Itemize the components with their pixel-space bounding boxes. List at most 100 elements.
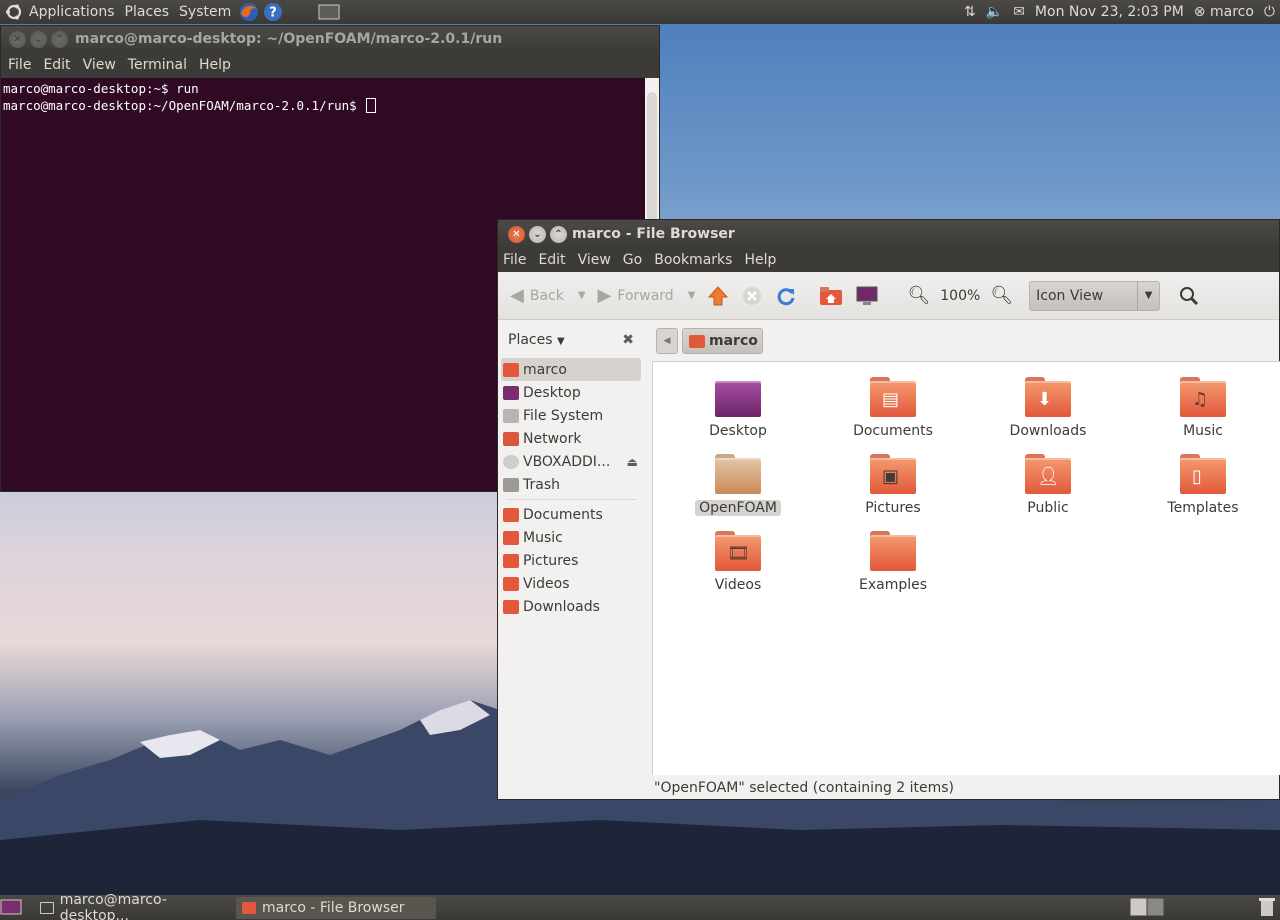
show-desktop-icon[interactable] xyxy=(318,4,340,20)
close-button[interactable]: ✕ xyxy=(508,225,525,243)
computer-button[interactable] xyxy=(849,280,885,312)
fb-menu-help[interactable]: Help xyxy=(738,252,782,268)
search-icon xyxy=(1180,286,1199,305)
terminal-menu-terminal[interactable]: Terminal xyxy=(122,57,193,73)
file-item-examples[interactable]: Examples xyxy=(833,531,953,593)
sidebar-item-label: Videos xyxy=(523,575,570,592)
path-bar: ◀ marco xyxy=(656,328,763,354)
terminal-line: marco@marco-desktop:~$ run xyxy=(3,81,199,96)
sidebar-item-label: Pictures xyxy=(523,552,579,569)
reload-button[interactable] xyxy=(769,280,803,312)
file-item-downloads[interactable]: ⬇ Downloads xyxy=(988,377,1108,439)
menu-system[interactable]: System xyxy=(174,0,236,24)
computer-icon xyxy=(856,286,878,305)
forward-button[interactable]: ▶ Forward ▼ xyxy=(592,280,702,312)
network-icon[interactable]: ⇅ xyxy=(959,0,981,24)
workspace-switcher[interactable] xyxy=(1130,898,1164,916)
sidebar-item-label: Documents xyxy=(523,506,603,523)
sidebar-item-videos[interactable]: Videos xyxy=(499,572,644,595)
sidebar-item-label: Music xyxy=(523,529,563,546)
fb-menu-edit[interactable]: Edit xyxy=(532,252,571,268)
close-button[interactable]: ✕ xyxy=(9,30,26,48)
file-item-music[interactable]: ♫ Music xyxy=(1143,377,1263,439)
zoom-level: 100% xyxy=(940,287,981,304)
fb-menu-file[interactable]: File xyxy=(498,252,532,268)
home-folder-icon xyxy=(689,334,705,348)
file-item-public[interactable]: 👤︎ Public xyxy=(988,454,1108,516)
view-mode-select[interactable]: Icon View ▼ xyxy=(1029,280,1161,311)
menu-places[interactable]: Places xyxy=(120,0,175,24)
sidebar-item-vboxadditions[interactable]: VBOXADDI... ⏏ xyxy=(499,450,644,473)
up-button[interactable] xyxy=(701,280,735,312)
chevron-down-icon: ▼ xyxy=(1137,281,1159,310)
terminal-menu-file[interactable]: File xyxy=(1,57,37,73)
pictures-folder-icon xyxy=(503,553,519,568)
file-item-openfoam[interactable]: OpenFOAM xyxy=(678,454,798,516)
sidebar-item-label: VBOXADDI... xyxy=(523,453,611,470)
sidebar-item-label: Network xyxy=(523,430,582,447)
ubuntu-logo-icon[interactable] xyxy=(4,2,24,22)
terminal-menubar: File Edit View Terminal Help xyxy=(1,52,659,78)
sidebar-item-marco[interactable]: marco xyxy=(501,358,641,381)
taskbar-file-browser[interactable]: marco - File Browser xyxy=(236,897,436,919)
sidebar-item-pictures[interactable]: Pictures xyxy=(499,549,644,572)
fb-menu-bookmarks[interactable]: Bookmarks xyxy=(648,252,738,268)
minimize-button[interactable]: ⌄ xyxy=(30,30,47,48)
forward-arrow-icon: ▶ xyxy=(597,285,612,306)
menu-applications[interactable]: Applications xyxy=(24,0,120,24)
file-browser-titlebar[interactable]: ✕ ⌄ ⌃ marco - File Browser xyxy=(498,220,1279,248)
firefox-icon[interactable] xyxy=(238,1,260,23)
maximize-button[interactable]: ⌃ xyxy=(550,225,567,243)
sidebar-item-trash[interactable]: Trash xyxy=(499,473,644,496)
file-item-pictures[interactable]: ▣ Pictures xyxy=(833,454,953,516)
sidebar-item-downloads[interactable]: Downloads xyxy=(499,595,644,618)
file-item-label: OpenFOAM xyxy=(695,500,781,516)
user-menu[interactable]: ⊗ marco xyxy=(1189,0,1259,24)
volume-icon[interactable]: 🔈 xyxy=(981,0,1008,24)
sidebar-item-file-system[interactable]: File System xyxy=(499,404,644,427)
sidebar-item-desktop[interactable]: Desktop xyxy=(499,381,644,404)
documents-folder-icon xyxy=(503,507,519,522)
fb-menu-view[interactable]: View xyxy=(572,252,617,268)
show-desktop-icon[interactable] xyxy=(0,898,24,916)
power-icon[interactable]: ⏻ xyxy=(1259,0,1280,24)
file-item-label: Public xyxy=(1027,500,1069,516)
stop-button[interactable] xyxy=(735,280,769,312)
zoom-out-button[interactable]: 🔍︎ xyxy=(901,280,936,312)
back-button[interactable]: ◀ Back ▼ xyxy=(504,280,592,312)
path-scroll-left-button[interactable]: ◀ xyxy=(656,328,678,354)
eject-icon[interactable]: ⏏ xyxy=(627,455,638,469)
zoom-in-button[interactable]: 🔍︎ xyxy=(984,280,1019,312)
sidebar-item-music[interactable]: Music xyxy=(499,526,644,549)
breadcrumb-marco[interactable]: marco xyxy=(682,328,763,354)
mail-icon[interactable]: ✉ xyxy=(1008,0,1030,24)
maximize-button[interactable]: ⌃ xyxy=(51,30,68,48)
file-item-desktop[interactable]: Desktop xyxy=(678,377,798,439)
reload-icon xyxy=(778,287,795,305)
terminal-menu-view[interactable]: View xyxy=(77,57,122,73)
search-button[interactable] xyxy=(1172,280,1206,312)
sidebar: marco Desktop File System Network VBOXAD… xyxy=(499,358,644,798)
icon-view[interactable]: Desktop ▤ Documents ⬇ Downloads ♫ Music … xyxy=(652,361,1280,775)
clock[interactable]: Mon Nov 23, 2:03 PM xyxy=(1030,0,1189,24)
home-button[interactable] xyxy=(813,280,849,312)
help-icon[interactable]: ? xyxy=(262,1,284,23)
minimize-button[interactable]: ⌄ xyxy=(529,225,546,243)
terminal-menu-edit[interactable]: Edit xyxy=(37,57,76,73)
file-browser-window: ✕ ⌄ ⌃ marco - File Browser File Edit Vie… xyxy=(497,219,1280,800)
trash-icon[interactable] xyxy=(1258,897,1276,917)
file-item-documents[interactable]: ▤ Documents xyxy=(833,377,953,439)
sidebar-item-network[interactable]: Network xyxy=(499,427,644,450)
file-item-videos[interactable]: 🎞︎ Videos xyxy=(678,531,798,593)
sidebar-item-documents[interactable]: Documents xyxy=(499,503,644,526)
places-dropdown[interactable]: Places ▼ xyxy=(508,332,565,348)
file-item-templates[interactable]: ▯ Templates xyxy=(1143,454,1263,516)
templates-folder-icon: ▯ xyxy=(1180,454,1226,494)
close-sidebar-icon[interactable]: ✖ xyxy=(622,332,634,348)
terminal-titlebar[interactable]: ✕ ⌄ ⌃ marco@marco-desktop: ~/OpenFOAM/ma… xyxy=(1,26,659,52)
desktop-icon xyxy=(503,385,519,400)
desktop-folder-icon xyxy=(715,377,761,417)
fb-menu-go[interactable]: Go xyxy=(617,252,648,268)
terminal-menu-help[interactable]: Help xyxy=(193,57,237,73)
taskbar-terminal[interactable]: marco@marco-desktop... xyxy=(34,892,232,920)
